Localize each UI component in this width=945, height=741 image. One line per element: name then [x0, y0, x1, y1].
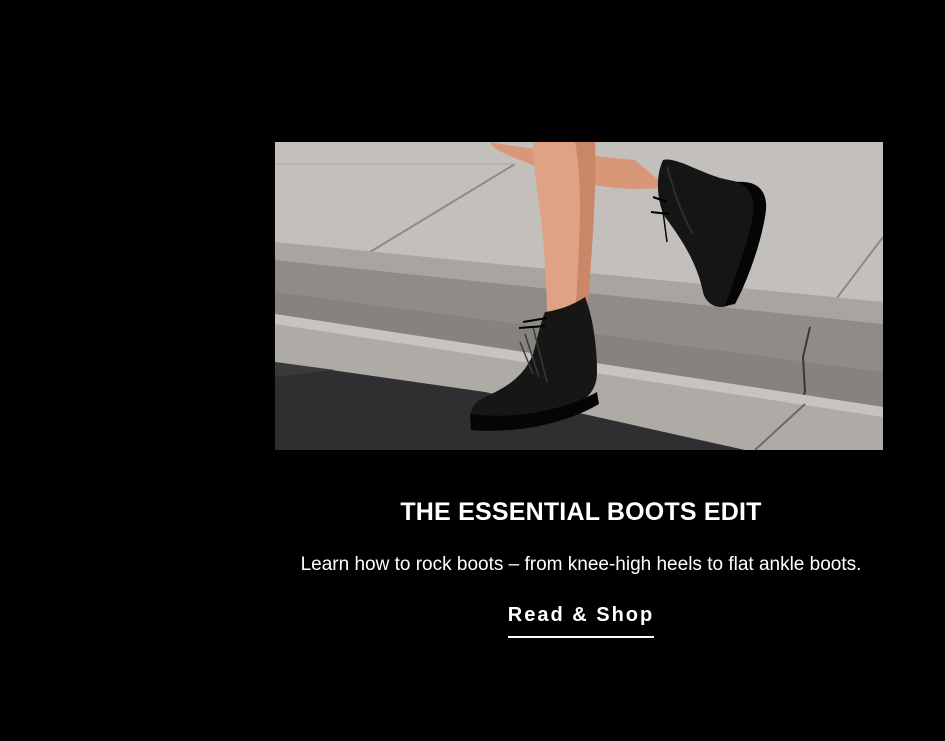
- boots-hero-image[interactable]: [275, 142, 883, 450]
- promo-section: THE ESSENTIAL BOOTS EDIT Learn how to ro…: [0, 0, 945, 741]
- read-and-shop-link[interactable]: Read & Shop: [507, 604, 655, 638]
- promo-title: THE ESSENTIAL BOOTS EDIT: [400, 498, 762, 526]
- promo-description: Learn how to rock boots – from knee-high…: [300, 554, 862, 575]
- promo-text-block: THE ESSENTIAL BOOTS EDIT Learn how to ro…: [275, 480, 887, 638]
- boots-photo-illustration: [275, 142, 883, 450]
